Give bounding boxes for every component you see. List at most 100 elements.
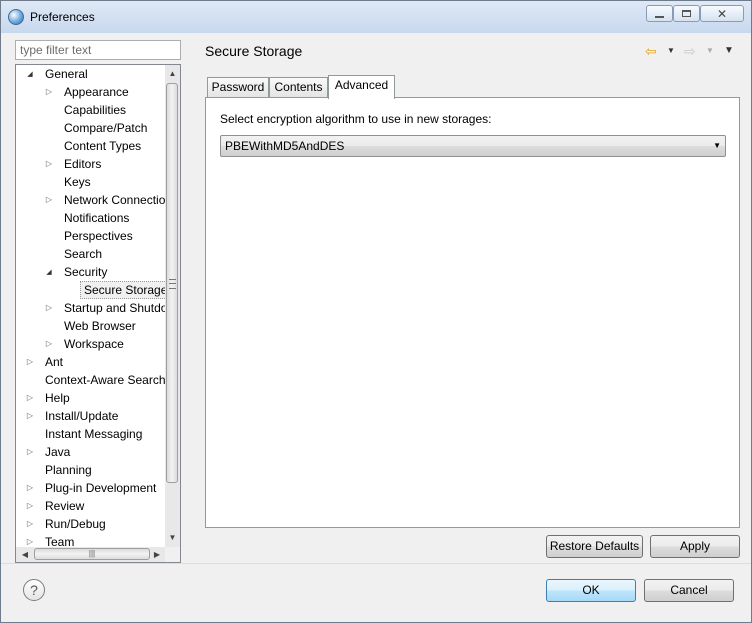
cancel-button[interactable]: Cancel	[644, 579, 734, 602]
close-icon: ✕	[716, 6, 728, 21]
tree-item-label: Capabilities	[64, 103, 127, 117]
tree-item-label: Network Connection	[64, 193, 165, 207]
tree-item[interactable]: Compare/Patch	[16, 119, 165, 137]
tree-item[interactable]: Perspectives	[16, 227, 165, 245]
scroll-up-icon[interactable]: ▲	[165, 67, 180, 81]
vertical-scroll-thumb[interactable]	[166, 83, 178, 483]
collapsed-twistie-icon[interactable]	[44, 155, 54, 173]
tree-item-label: Editors	[64, 157, 102, 171]
scroll-left-icon[interactable]: ◀	[18, 547, 32, 562]
tree-item-label: Run/Debug	[45, 517, 106, 531]
tree-item-label: Workspace	[64, 337, 124, 351]
ok-button[interactable]: OK	[546, 579, 636, 602]
tree-item[interactable]: Network Connection	[16, 191, 165, 209]
title-bar[interactable]: Preferences ✕	[1, 1, 751, 33]
tree-item[interactable]: Notifications	[16, 209, 165, 227]
collapsed-twistie-icon[interactable]	[44, 299, 54, 317]
tree-item[interactable]: Workspace	[16, 335, 165, 353]
scroll-down-icon[interactable]: ▼	[165, 531, 180, 545]
tree-item-label: Web Browser	[64, 319, 136, 333]
tree-item-label: Keys	[64, 175, 91, 189]
tree-item-label: Context-Aware Search	[45, 373, 165, 387]
collapsed-twistie-icon[interactable]	[25, 497, 35, 515]
collapsed-twistie-icon[interactable]	[25, 389, 35, 407]
collapsed-twistie-icon[interactable]	[25, 407, 35, 425]
tree-item-label: Security	[64, 265, 108, 279]
collapsed-twistie-icon[interactable]	[25, 443, 35, 461]
tree-item-label: Instant Messaging	[45, 427, 143, 441]
tree-item[interactable]: Web Browser	[16, 317, 165, 335]
expanded-twistie-icon[interactable]	[25, 65, 35, 83]
tree-item-label: Secure Storage	[80, 281, 165, 299]
back-arrow-icon[interactable]: ⇦	[645, 43, 657, 59]
tree-item[interactable]: Editors	[16, 155, 165, 173]
view-menu-icon[interactable]: ▼	[724, 43, 734, 59]
tab-advanced[interactable]: Advanced	[328, 75, 395, 99]
page-navigation: ⇦ ▼ ⇨ ▼ ▼	[645, 43, 745, 59]
collapsed-twistie-icon[interactable]	[25, 533, 35, 547]
scroll-corner	[165, 547, 180, 562]
expanded-twistie-icon[interactable]	[44, 263, 54, 281]
back-dropdown-icon[interactable]: ▼	[667, 43, 675, 59]
tree-item-label: Appearance	[64, 85, 129, 99]
tree-item[interactable]: Install/Update	[16, 407, 165, 425]
tree-item[interactable]: Review	[16, 497, 165, 515]
tree-item[interactable]: Help	[16, 389, 165, 407]
collapsed-twistie-icon[interactable]	[44, 335, 54, 353]
footer-separator	[1, 563, 751, 564]
advanced-tab-panel: Select encryption algorithm to use in ne…	[205, 97, 740, 528]
collapsed-twistie-icon[interactable]	[25, 479, 35, 497]
tree-item[interactable]: Run/Debug	[16, 515, 165, 533]
tree-item[interactable]: Plug-in Development	[16, 479, 165, 497]
encryption-algorithm-select[interactable]: PBEWithMD5AndDES ▼	[220, 135, 726, 157]
tree-item[interactable]: Team	[16, 533, 165, 547]
tree-horizontal-scrollbar[interactable]: ◀ ||| ▶	[16, 547, 165, 562]
tree-item[interactable]: Search	[16, 245, 165, 263]
tree-item[interactable]: Ant	[16, 353, 165, 371]
app-icon	[8, 9, 24, 25]
collapsed-twistie-icon[interactable]	[25, 353, 35, 371]
tree-vertical-scrollbar[interactable]: ▲ ▼	[165, 65, 180, 547]
collapsed-twistie-icon[interactable]	[25, 515, 35, 533]
maximize-button[interactable]	[673, 5, 700, 22]
scroll-right-icon[interactable]: ▶	[150, 547, 164, 562]
minimize-button[interactable]	[646, 5, 673, 22]
tree-item[interactable]: Content Types	[16, 137, 165, 155]
tree-rows: General Appearance Capabilities Compare/Pat…	[16, 65, 165, 547]
restore-defaults-button[interactable]: Restore Defaults	[546, 535, 643, 558]
close-button[interactable]: ✕	[700, 5, 744, 22]
collapsed-twistie-icon[interactable]	[44, 191, 54, 209]
tree-item-label: Team	[45, 535, 75, 547]
tree-item[interactable]: Instant Messaging	[16, 425, 165, 443]
dropdown-arrow-icon: ▼	[713, 141, 721, 150]
apply-button[interactable]: Apply	[650, 535, 740, 558]
tree-item[interactable]: Startup and Shutdown	[16, 299, 165, 317]
tree-item-label: Search	[64, 247, 103, 261]
preferences-dialog: Preferences ✕ General Appearance Capabilit…	[0, 0, 752, 623]
grip-icon	[169, 279, 176, 289]
tree-item[interactable]: General	[16, 65, 165, 83]
tree-item[interactable]: Context-Aware Search	[16, 371, 165, 389]
tree-item-label: Plug-in Development	[45, 481, 157, 495]
tree-item[interactable]: Appearance	[16, 83, 165, 101]
tree-item[interactable]: Keys	[16, 173, 165, 191]
tree-item[interactable]: Capabilities	[16, 101, 165, 119]
tab-contents[interactable]: Contents	[269, 77, 328, 98]
forward-arrow-icon[interactable]: ⇨	[684, 43, 696, 59]
tree-item-label: Help	[45, 391, 70, 405]
filter-input[interactable]	[15, 40, 181, 60]
tree-item[interactable]: Planning	[16, 461, 165, 479]
preference-tree: General Appearance Capabilities Compare/Pat…	[15, 64, 181, 563]
tree-item-label: Notifications	[64, 211, 130, 225]
tree-item[interactable]: Secure Storage	[16, 281, 165, 299]
minimize-icon	[655, 15, 664, 18]
tree-item[interactable]: Security	[16, 263, 165, 281]
collapsed-twistie-icon[interactable]	[44, 83, 54, 101]
help-button[interactable]: ?	[23, 579, 45, 601]
page-title: Secure Storage	[205, 43, 303, 59]
tree-item[interactable]: Java	[16, 443, 165, 461]
maximize-icon	[682, 10, 691, 17]
horizontal-scroll-thumb[interactable]: |||	[34, 548, 150, 560]
forward-dropdown-icon[interactable]: ▼	[706, 43, 714, 59]
tab-password[interactable]: Password	[207, 77, 269, 98]
